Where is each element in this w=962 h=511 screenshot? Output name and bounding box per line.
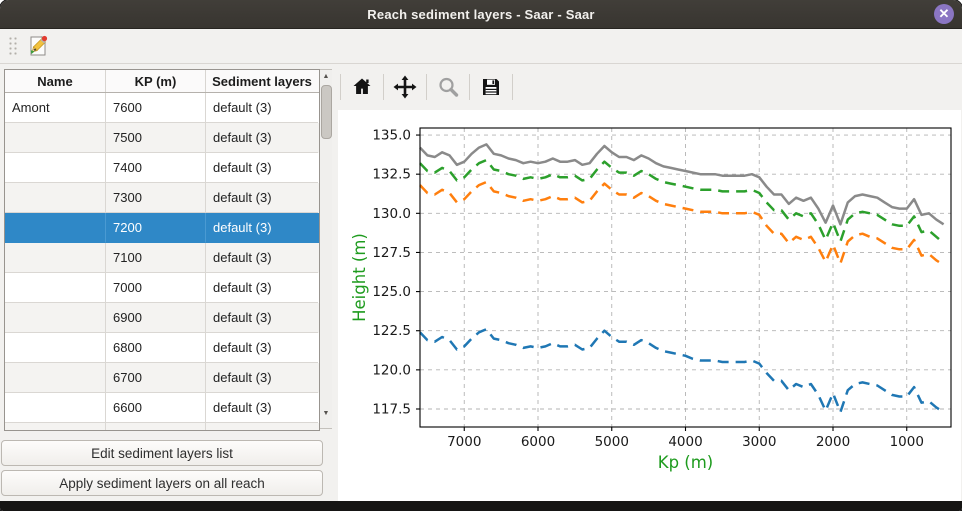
table-row[interactable]: Amont7600default (3) [5, 93, 319, 123]
column-header-kp[interactable]: KP (m) [106, 70, 206, 92]
cell-layers[interactable]: default (3) [206, 363, 318, 393]
svg-text:135.0: 135.0 [372, 128, 411, 144]
cell-kp[interactable]: 7100 [106, 243, 206, 273]
cell-layers[interactable]: default (3) [206, 393, 318, 423]
pan-icon[interactable] [390, 72, 420, 102]
svg-text:122.5: 122.5 [372, 323, 411, 339]
cell-name[interactable] [5, 123, 106, 153]
table-body: Amont7600default (3)7500default (3)7400d… [5, 93, 319, 431]
svg-text:3000: 3000 [742, 434, 776, 450]
cell-kp[interactable]: 7000 [106, 273, 206, 303]
save-icon[interactable] [476, 72, 506, 102]
svg-text:7000: 7000 [447, 434, 481, 450]
svg-text:4000: 4000 [668, 434, 702, 450]
edit-sediment-layers-button[interactable]: Edit sediment layers list [1, 440, 323, 466]
svg-text:132.5: 132.5 [372, 167, 411, 183]
cell-name[interactable] [5, 273, 106, 303]
cell-layers[interactable]: default (3) [206, 243, 318, 273]
cell-kp[interactable]: 6700 [106, 363, 206, 393]
cell-layers[interactable]: default (3) [206, 153, 318, 183]
edit-sediment-icon[interactable] [24, 33, 52, 59]
svg-text:6000: 6000 [521, 434, 555, 450]
scroll-down-icon[interactable]: ▼ [320, 407, 332, 420]
window-bottom-edge [0, 501, 962, 511]
column-header-name[interactable]: Name [5, 70, 106, 92]
cell-name[interactable] [5, 213, 106, 243]
cell-name[interactable]: Amont [5, 93, 106, 123]
svg-text:130.0: 130.0 [372, 206, 411, 222]
svg-text:2000: 2000 [816, 434, 850, 450]
cell-kp[interactable]: 7500 [106, 123, 206, 153]
home-icon[interactable] [347, 72, 377, 102]
y-axis-label: Height (m) [350, 233, 369, 322]
cell-layers[interactable]: default (3) [206, 303, 318, 333]
svg-text:117.5: 117.5 [372, 401, 411, 417]
scrollbar-thumb[interactable] [321, 85, 332, 139]
table-row[interactable]: 6700default (3) [5, 363, 319, 393]
cell-layers[interactable]: default (3) [206, 273, 318, 303]
svg-text:127.5: 127.5 [372, 245, 411, 261]
table-row[interactable]: 7100default (3) [5, 243, 319, 273]
svg-text:5000: 5000 [595, 434, 629, 450]
sections-panel: Name KP (m) Sediment layers Amont7600def… [0, 64, 332, 502]
sediment-layers-table[interactable]: Name KP (m) Sediment layers Amont7600def… [4, 69, 320, 431]
cell-name[interactable] [5, 153, 106, 183]
table-header: Name KP (m) Sediment layers [5, 70, 319, 93]
x-axis-label: Kp (m) [658, 453, 714, 472]
close-icon[interactable]: ✕ [934, 4, 954, 24]
table-row[interactable]: 7400default (3) [5, 153, 319, 183]
cell-name[interactable] [5, 243, 106, 273]
document-edit-icon [26, 34, 50, 58]
dialog-content: Name KP (m) Sediment layers Amont7600def… [0, 64, 962, 502]
series-layer-bottom [420, 329, 944, 412]
cell-kp[interactable]: 6800 [106, 333, 206, 363]
table-row[interactable]: 7200default (3) [5, 213, 319, 243]
cell-layers[interactable]: default (3) [206, 213, 318, 243]
apply-sediment-layers-button[interactable]: Apply sediment layers on all reach [1, 470, 323, 496]
toolbar-drag-handle-icon[interactable] [8, 35, 18, 57]
table-row[interactable]: 6900default (3) [5, 303, 319, 333]
cell-kp[interactable]: 6900 [106, 303, 206, 333]
cell-kp[interactable]: 7600 [106, 93, 206, 123]
cell-layers[interactable]: default (3) [206, 123, 318, 153]
table-row-clipped [5, 423, 319, 431]
scroll-up-icon[interactable]: ▲ [320, 70, 332, 83]
main-toolbar [0, 29, 962, 64]
cell-kp[interactable]: 7200 [106, 213, 206, 243]
cell-kp[interactable]: 7400 [106, 153, 206, 183]
svg-text:1000: 1000 [890, 434, 924, 450]
window-title: Reach sediment layers - Saar - Saar [367, 7, 594, 22]
cell-kp[interactable]: 6600 [106, 393, 206, 423]
zoom-icon[interactable] [433, 72, 463, 102]
cell-layers[interactable]: default (3) [206, 183, 318, 213]
cell-name[interactable] [5, 393, 106, 423]
cell-name[interactable] [5, 333, 106, 363]
titlebar[interactable]: Reach sediment layers - Saar - Saar ✕ [0, 0, 962, 29]
svg-text:120.0: 120.0 [372, 362, 411, 378]
dialog-window: Reach sediment layers - Saar - Saar ✕ [0, 0, 962, 511]
series-layer-2 [420, 160, 944, 243]
plot-toolbar [332, 64, 962, 110]
cell-layers[interactable]: default (3) [206, 93, 318, 123]
chart-canvas[interactable]: 135.0 132.5 130.0 127.5 125.0 122.5 120.0 117.5… [338, 110, 961, 497]
cell-name[interactable] [5, 303, 106, 333]
cell-name[interactable] [5, 363, 106, 393]
table-row[interactable]: 7500default (3) [5, 123, 319, 153]
table-row[interactable]: 6800default (3) [5, 333, 319, 363]
svg-text:125.0: 125.0 [372, 284, 411, 300]
table-row[interactable]: 7000default (3) [5, 273, 319, 303]
cell-name[interactable] [5, 183, 106, 213]
cell-layers[interactable]: default (3) [206, 333, 318, 363]
table-row[interactable]: 6600default (3) [5, 393, 319, 423]
plot-panel: 135.0 132.5 130.0 127.5 125.0 122.5 120.0 117.5… [332, 64, 962, 502]
column-header-layers[interactable]: Sediment layers [206, 70, 318, 92]
cell-kp[interactable]: 7300 [106, 183, 206, 213]
table-row[interactable]: 7300default (3) [5, 183, 319, 213]
chart-area[interactable]: 135.0 132.5 130.0 127.5 125.0 122.5 120.0 117.5… [338, 110, 961, 502]
